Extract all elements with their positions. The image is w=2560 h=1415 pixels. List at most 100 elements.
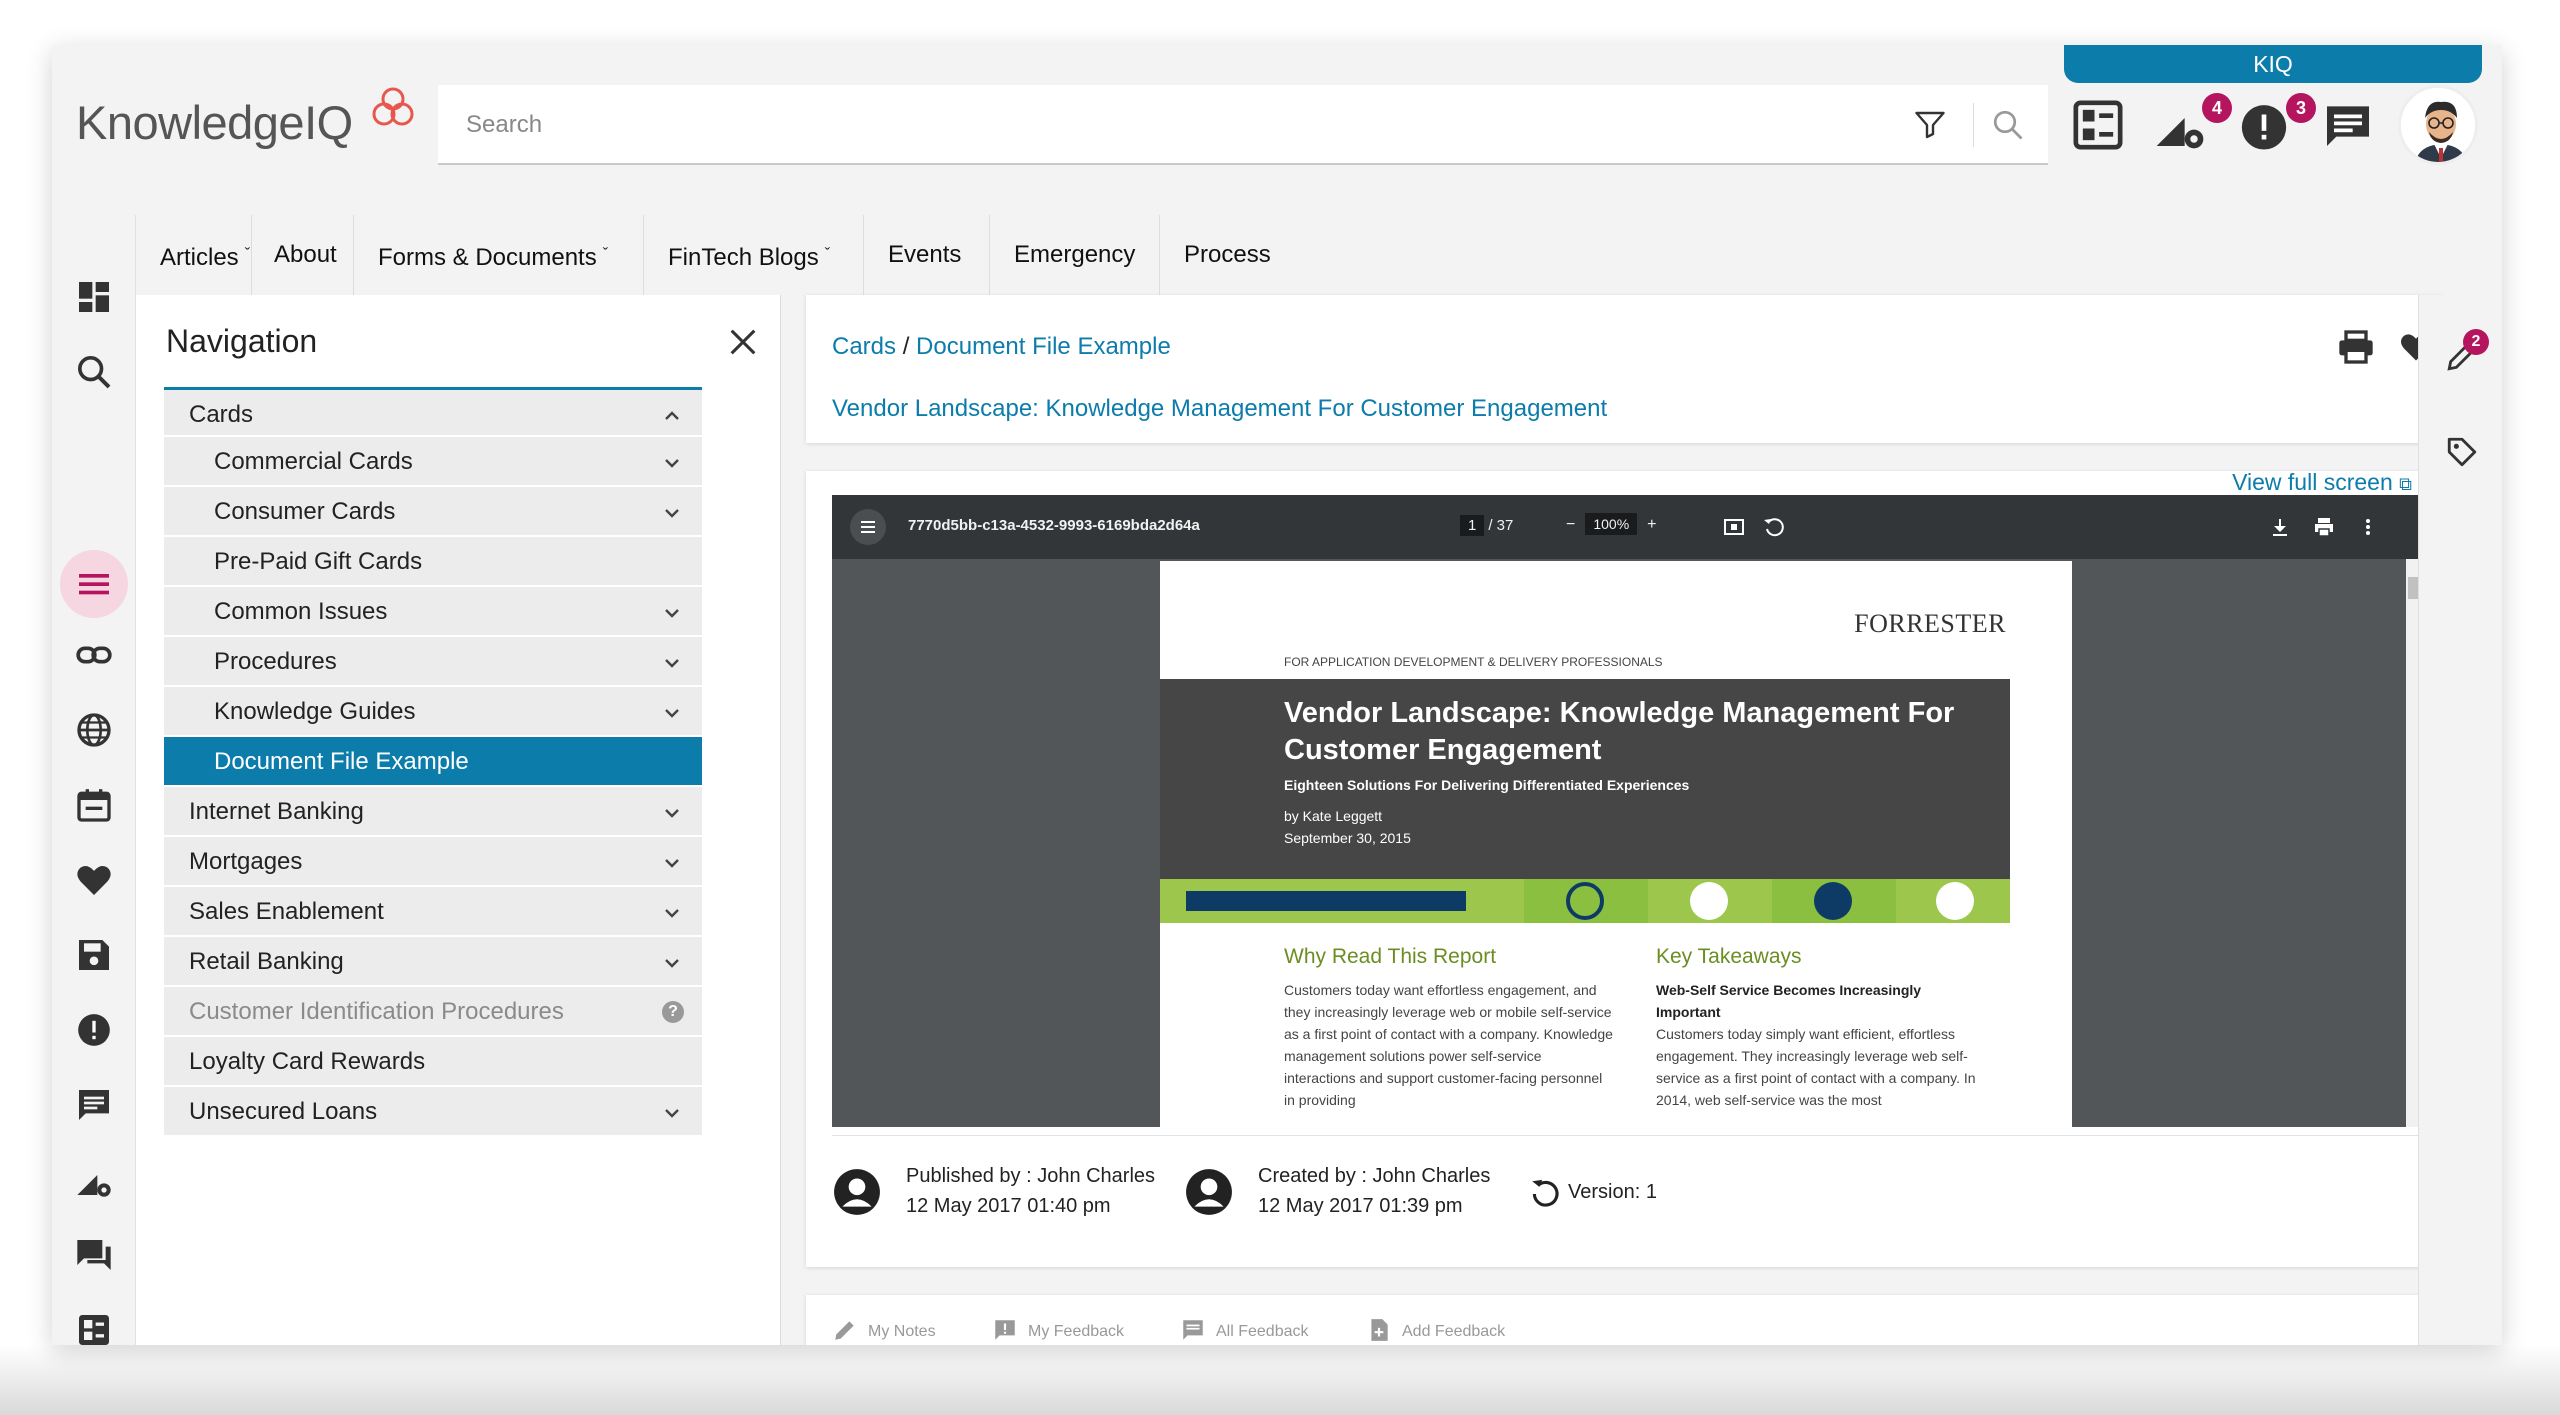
comment-icon[interactable] [74,1085,114,1125]
nav-item-commercial-cards[interactable]: Commercial Cards [164,437,702,487]
nav-item-mortgages[interactable]: Mortgages [164,837,702,887]
nav-item-common-issues[interactable]: Common Issues [164,587,702,637]
chevron-down-icon[interactable] [662,703,682,723]
zoom-out-icon[interactable]: − [1566,516,1575,533]
app-window: KnowledgeIQ Search KIQ 4 3 Articles ˇ Ab… [52,45,2502,1345]
topnav-events[interactable]: Events [864,215,990,295]
pdf-scrollbar-thumb[interactable] [2408,577,2418,599]
close-icon[interactable] [726,325,760,359]
forum-icon[interactable] [74,1235,114,1275]
chevron-down-icon[interactable] [662,503,682,523]
tab-my-notes[interactable]: My Notes [832,1317,936,1343]
tag-icon[interactable] [2445,435,2479,469]
search-input[interactable]: Search [466,85,542,165]
topnav-fintech-blogs[interactable]: FinTech Blogs ˇ [644,215,864,295]
zoom-in-icon[interactable]: + [1647,516,1656,533]
nav-item-label: Loyalty Card Rewards [189,1048,426,1075]
nav-item-internet-banking[interactable]: Internet Banking [164,787,702,837]
nav-item-customer-identification-procedures[interactable]: Customer Identification Procedures ? [164,987,702,1037]
search-icon[interactable] [74,352,114,392]
search-icon[interactable] [1990,107,2026,143]
document-title[interactable]: Vendor Landscape: Knowledge Management F… [832,395,1607,423]
pdf-zoom-level[interactable]: 100% [1585,513,1638,535]
pdf-print-icon[interactable] [2312,515,2336,539]
topnav-articles[interactable]: Articles ˇ [136,215,252,295]
nav-item-label: Internet Banking [189,798,364,825]
chevron-down-icon[interactable] [662,803,682,823]
article-header-card: Cards / Document File Example Vendor Lan… [806,295,2442,443]
tab-add-feedback[interactable]: Add Feedback [1366,1317,1505,1343]
topnav-process[interactable]: Process [1160,215,1300,295]
view-full-screen-label: View full screen [2232,469,2393,495]
globe-icon[interactable] [74,710,114,750]
more-vertical-icon[interactable] [2356,515,2380,539]
created-info: Created by : John Charles 12 May 2017 01… [1258,1161,1490,1221]
pdf-menu-button[interactable] [850,509,886,545]
dashboard-list-icon[interactable] [74,1310,114,1345]
nav-item-retail-banking[interactable]: Retail Banking [164,937,702,987]
topnav-label: Process [1184,241,1271,268]
nav-item-cards[interactable]: Cards [164,387,702,437]
chevron-down-icon[interactable] [662,953,682,973]
chevron-down-icon[interactable] [662,903,682,923]
topnav-about[interactable]: About [250,215,354,295]
dashboard-icon[interactable] [74,277,114,317]
breadcrumb-current-link[interactable]: Document File Example [916,333,1171,360]
fit-page-icon[interactable] [1722,515,1746,539]
nav-item-procedures[interactable]: Procedures [164,637,702,687]
pdf-page-input[interactable]: 1 [1460,515,1485,536]
report-author: by Kate Leggett [1284,808,1383,824]
nav-item-knowledge-guides[interactable]: Knowledge Guides [164,687,702,737]
breadcrumb-root-link[interactable]: Cards [832,333,896,360]
chevron-down-icon[interactable] [662,453,682,473]
key-takeaways-subheading: Web-Self Service Becomes Increasingly Im… [1656,982,1922,1020]
view-full-screen-link[interactable]: View full screen ⧉ [2232,469,2412,496]
nav-item-consumer-cards[interactable]: Consumer Cards [164,487,702,537]
report-graphic-band [1160,879,2010,923]
print-icon[interactable] [2336,327,2376,367]
pdf-page-indicator: 1/ 37 [1460,515,1513,536]
user-avatar[interactable] [2398,85,2478,165]
nav-item-loyalty-card-rewards[interactable]: Loyalty Card Rewards [164,1037,702,1087]
nav-item-label: Retail Banking [189,948,344,975]
filter-icon[interactable] [1912,107,1948,143]
alert-icon[interactable] [74,1010,114,1050]
chevron-up-icon[interactable] [662,406,682,426]
user-avatar-icon [1186,1169,1232,1215]
navigation-tree: Cards Commercial Cards Consumer Cards Pr… [164,387,702,1137]
tab-my-feedback[interactable]: My Feedback [992,1317,1124,1343]
save-icon[interactable] [74,935,114,975]
messages-icon[interactable] [2320,97,2376,153]
nav-item-document-file-example[interactable]: Document File Example [164,737,702,787]
settings-alert-icon[interactable] [2152,97,2208,153]
chevron-down-icon[interactable] [662,603,682,623]
nav-item-label: Mortgages [189,848,303,875]
breadcrumb: Cards / Document File Example [832,333,1171,361]
nav-item-unsecured-loans[interactable]: Unsecured Loans [164,1087,702,1137]
settings-alert-icon[interactable] [74,1160,114,1200]
favorites-heart-icon[interactable] [74,860,114,900]
tab-label: All Feedback [1216,1323,1309,1340]
calendar-icon[interactable] [74,785,114,825]
nav-item-sales-enablement[interactable]: Sales Enablement [164,887,702,937]
download-icon[interactable] [2268,515,2292,539]
pdf-viewer[interactable]: 7770d5bb-c13a-4532-9993-6169bda2d64a 1/ … [832,495,2420,1127]
alert-icon[interactable] [2236,97,2292,153]
topnav-emergency[interactable]: Emergency [990,215,1160,295]
menu-icon[interactable] [74,564,114,604]
why-read-heading: Why Read This Report [1284,945,1497,968]
help-icon[interactable]: ? [662,1001,684,1023]
topnav-forms-documents[interactable]: Forms & Documents ˇ [354,215,644,295]
kiq-tab[interactable]: KIQ [2064,45,2482,83]
chevron-down-icon[interactable] [662,853,682,873]
chevron-down-icon[interactable] [662,1103,682,1123]
feedback-tabs: My Notes My Feedback All Feedback Add Fe… [806,1295,2442,1345]
search-bar[interactable]: Search [438,85,2048,165]
nav-item-prepaid-gift-cards[interactable]: Pre-Paid Gift Cards [164,537,702,587]
nav-item-label: Pre-Paid Gift Cards [214,548,423,575]
dashboard-list-icon[interactable] [2070,97,2126,153]
tab-all-feedback[interactable]: All Feedback [1180,1317,1309,1343]
link-icon[interactable] [74,635,114,675]
rotate-icon[interactable] [1762,515,1786,539]
chevron-down-icon[interactable] [662,653,682,673]
